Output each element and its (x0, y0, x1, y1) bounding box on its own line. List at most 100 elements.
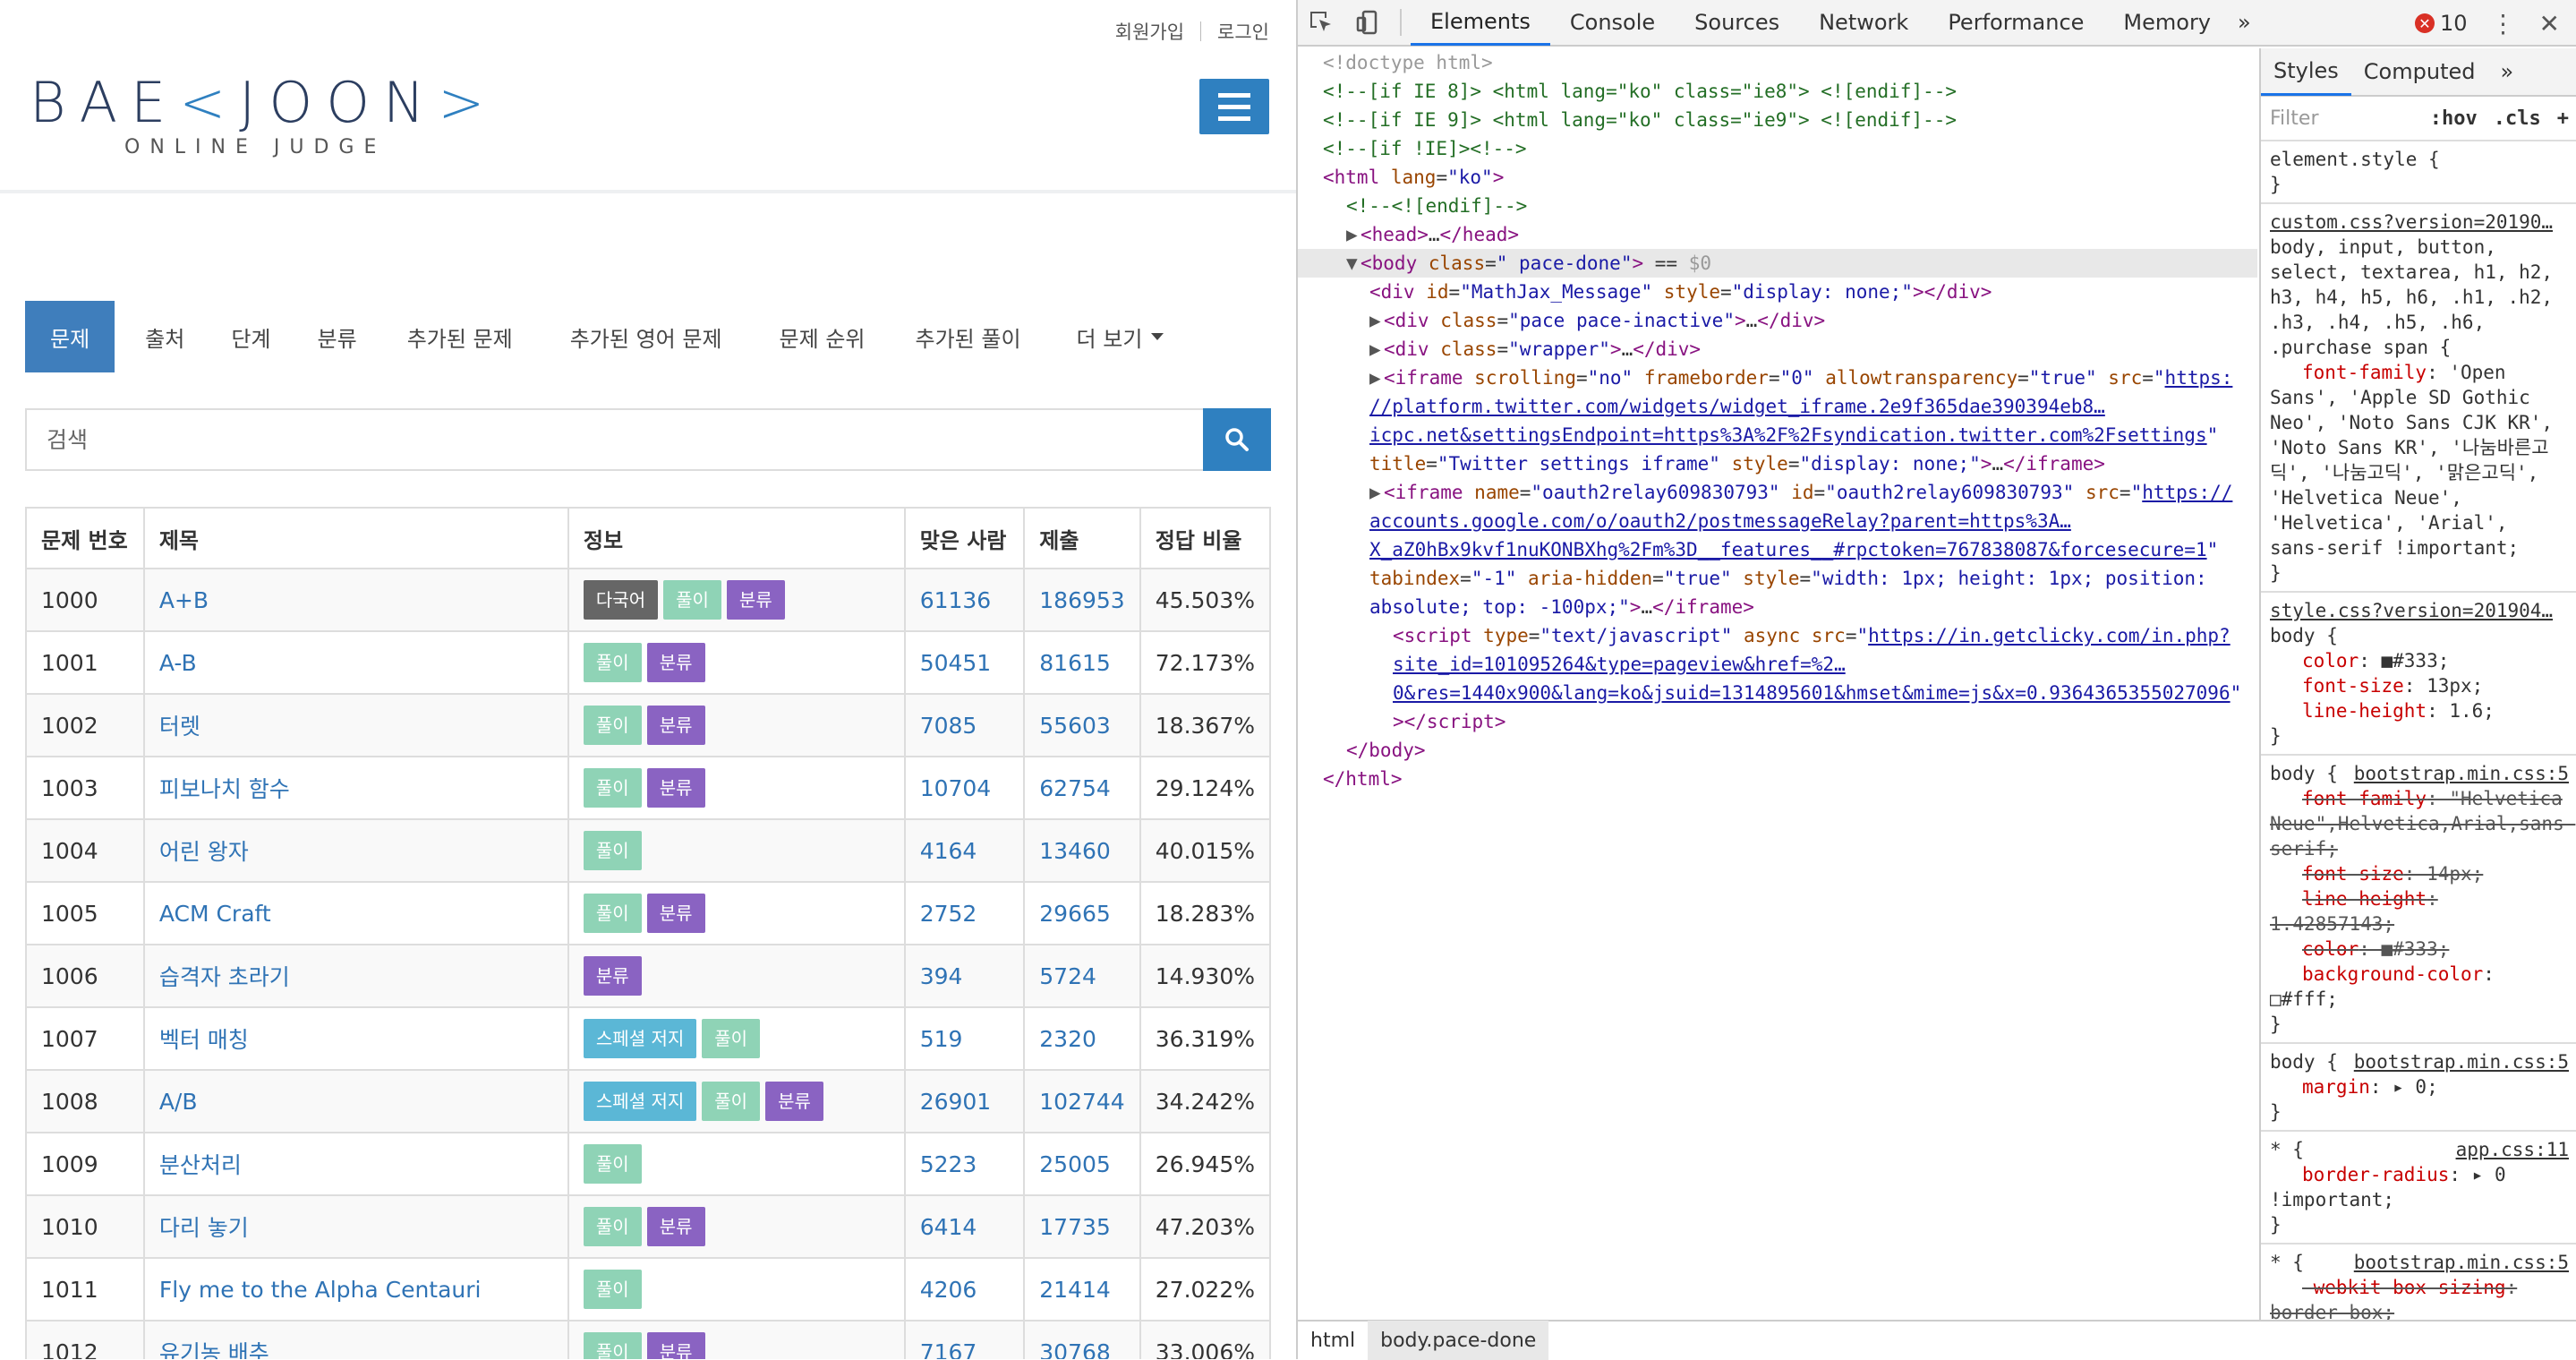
label-category[interactable]: 분류 (646, 643, 705, 682)
tab-categories[interactable]: 분류 (296, 301, 382, 372)
correct-count-link[interactable]: 50451 (920, 650, 992, 676)
tab-console[interactable]: Console (1550, 0, 1675, 46)
style-rule[interactable]: * { bootstrap.min.css:5 -webkit-box-sizi… (2261, 1245, 2576, 1320)
label-category[interactable]: 분류 (646, 768, 705, 808)
correct-count-link[interactable]: 10704 (920, 775, 992, 801)
style-rule[interactable]: style.css?version=201904… body { color: … (2261, 593, 2576, 756)
dom-node-line[interactable]: <script type="text/javascript" async src… (1298, 621, 2257, 650)
label-category[interactable]: 분류 (726, 580, 785, 620)
close-icon[interactable]: ✕ (2539, 9, 2560, 38)
problem-title-link[interactable]: 습격자 초라기 (159, 964, 290, 990)
submit-count-link[interactable]: 81615 (1039, 650, 1111, 676)
submit-count-link[interactable]: 17735 (1039, 1214, 1111, 1240)
problem-title-link[interactable]: 어린 왕자 (159, 839, 249, 865)
correct-count-link[interactable]: 7085 (920, 713, 977, 739)
label-category[interactable]: 분류 (765, 1082, 823, 1121)
dom-node-line[interactable]: ▶ <head>…</head> (1298, 220, 2257, 249)
rule-source-link[interactable]: bootstrap.min.css:5 (2354, 761, 2569, 786)
dom-node-line[interactable]: site_id=101095264&type=pageview&href=%2… (1298, 650, 2257, 679)
tab-steps[interactable]: 단계 (209, 301, 295, 372)
tab-memory[interactable]: Memory (2103, 0, 2231, 46)
style-rule[interactable]: body { bootstrap.min.css:5 font-family: … (2261, 756, 2576, 1044)
dom-node-line[interactable]: <html lang="ko"> (1298, 163, 2257, 192)
problem-title-link[interactable]: 터렛 (159, 714, 200, 740)
dom-node-line[interactable]: 0&res=1440x900&lang=ko&jsuid=1314895601&… (1298, 679, 2257, 707)
label-solution[interactable]: 풀이 (583, 894, 642, 933)
label-category[interactable]: 분류 (646, 1207, 705, 1246)
submit-count-link[interactable]: 186953 (1039, 587, 1124, 613)
label-category[interactable]: 분류 (583, 956, 642, 996)
label-solution[interactable]: 풀이 (583, 1207, 642, 1246)
hamburger-menu-button[interactable] (1199, 79, 1269, 134)
correct-count-link[interactable]: 61136 (920, 587, 992, 613)
tab-source[interactable]: 출처 (115, 301, 209, 372)
submit-count-link[interactable]: 29665 (1039, 901, 1111, 927)
search-button[interactable] (1203, 408, 1271, 471)
label-solution[interactable]: 풀이 (583, 643, 642, 682)
problem-title-link[interactable]: 분산처리 (159, 1152, 242, 1178)
label-solution[interactable]: 풀이 (583, 1332, 642, 1359)
correct-count-link[interactable]: 5223 (920, 1151, 977, 1177)
new-rule-button[interactable]: + (2557, 107, 2569, 130)
submit-count-link[interactable]: 25005 (1039, 1151, 1111, 1177)
dom-node-line[interactable]: ▶ <div class="wrapper">…</div> (1298, 335, 2257, 364)
dom-node-line[interactable]: ▶ <div class="pace pace-inactive">…</div> (1298, 306, 2257, 335)
correct-count-link[interactable]: 7167 (920, 1339, 977, 1360)
rule-source-link[interactable]: bootstrap.min.css:5 (2354, 1049, 2569, 1074)
dom-node-line[interactable]: <!--[if IE 9]> <html lang="ko" class="ie… (1298, 106, 2257, 134)
tab-performance[interactable]: Performance (1928, 0, 2103, 46)
problem-title-link[interactable]: 피보나치 함수 (159, 776, 290, 802)
tab-sources[interactable]: Sources (1675, 0, 1799, 46)
inspect-element-icon[interactable] (1298, 0, 1344, 46)
hover-state-button[interactable]: :hov (2430, 107, 2478, 130)
correct-count-link[interactable]: 4206 (920, 1277, 977, 1303)
submit-count-link[interactable]: 55603 (1039, 713, 1111, 739)
submit-count-link[interactable]: 102744 (1039, 1089, 1124, 1115)
dom-node-line[interactable]: ▼ <body class=" pace-done"> == $0 (1298, 249, 2257, 278)
problem-title-link[interactable]: 벡터 매칭 (159, 1027, 249, 1053)
dom-node-line[interactable]: <!doctype html> (1298, 48, 2257, 77)
label-solution[interactable]: 풀이 (702, 1019, 761, 1058)
label-solution[interactable]: 풀이 (583, 831, 642, 870)
error-count-badge[interactable]: ✕ 10 (2414, 11, 2468, 36)
breadcrumb-html[interactable]: html (1298, 1321, 1368, 1360)
label-multilang[interactable]: 다국어 (583, 580, 659, 620)
problem-title-link[interactable]: ACM Craft (159, 901, 271, 927)
correct-count-link[interactable]: 519 (920, 1026, 963, 1052)
class-toggle-button[interactable]: .cls (2494, 107, 2541, 130)
tab-network[interactable]: Network (1799, 0, 1928, 46)
problem-title-link[interactable]: Fly me to the Alpha Centauri (159, 1277, 482, 1303)
dom-node-line[interactable]: <div id="MathJax_Message" style="display… (1298, 278, 2257, 306)
label-solution[interactable]: 풀이 (702, 1082, 761, 1121)
style-rule[interactable]: body { bootstrap.min.css:5 margin: ▸ 0;} (2261, 1044, 2576, 1132)
tab-problem-ranking[interactable]: 문제 순위 (747, 301, 891, 372)
breadcrumb-body[interactable]: body.pace-done (1368, 1321, 1549, 1360)
label-category[interactable]: 분류 (646, 706, 705, 745)
more-styles-tabs-button[interactable]: » (2487, 48, 2526, 96)
dom-node-line[interactable]: </body> (1298, 736, 2257, 765)
more-tabs-button[interactable]: » (2231, 0, 2258, 46)
tab-elements[interactable]: Elements (1411, 0, 1550, 46)
label-special-judge[interactable]: 스페셜 저지 (583, 1082, 697, 1121)
label-category[interactable]: 분류 (646, 894, 705, 933)
search-input[interactable] (25, 408, 1203, 471)
problem-title-link[interactable]: A/B (159, 1089, 198, 1115)
submit-count-link[interactable]: 62754 (1039, 775, 1111, 801)
style-rule[interactable]: element.style {} (2261, 141, 2576, 204)
submit-count-link[interactable]: 30768 (1039, 1339, 1111, 1360)
label-solution[interactable]: 풀이 (583, 1144, 642, 1184)
correct-count-link[interactable]: 394 (920, 963, 963, 989)
label-solution[interactable]: 풀이 (583, 706, 642, 745)
submit-count-link[interactable]: 21414 (1039, 1277, 1111, 1303)
submit-count-link[interactable]: 2320 (1039, 1026, 1096, 1052)
rule-source-link[interactable]: bootstrap.min.css:5 (2354, 1250, 2569, 1275)
problem-title-link[interactable]: A+B (159, 587, 209, 613)
dom-node-line[interactable]: X_aZ0hBx9kvf1nuKONBXhg%2Fm%3D__features_… (1298, 535, 2257, 564)
rule-source-link[interactable]: app.css:11 (2456, 1137, 2569, 1162)
tab-computed[interactable]: Computed (2351, 48, 2488, 96)
label-special-judge[interactable]: 스페셜 저지 (583, 1019, 697, 1058)
correct-count-link[interactable]: 6414 (920, 1214, 977, 1240)
problem-title-link[interactable]: A-B (159, 650, 197, 676)
correct-count-link[interactable]: 2752 (920, 901, 977, 927)
tab-added-solutions[interactable]: 추가된 풀이 (891, 301, 1046, 372)
